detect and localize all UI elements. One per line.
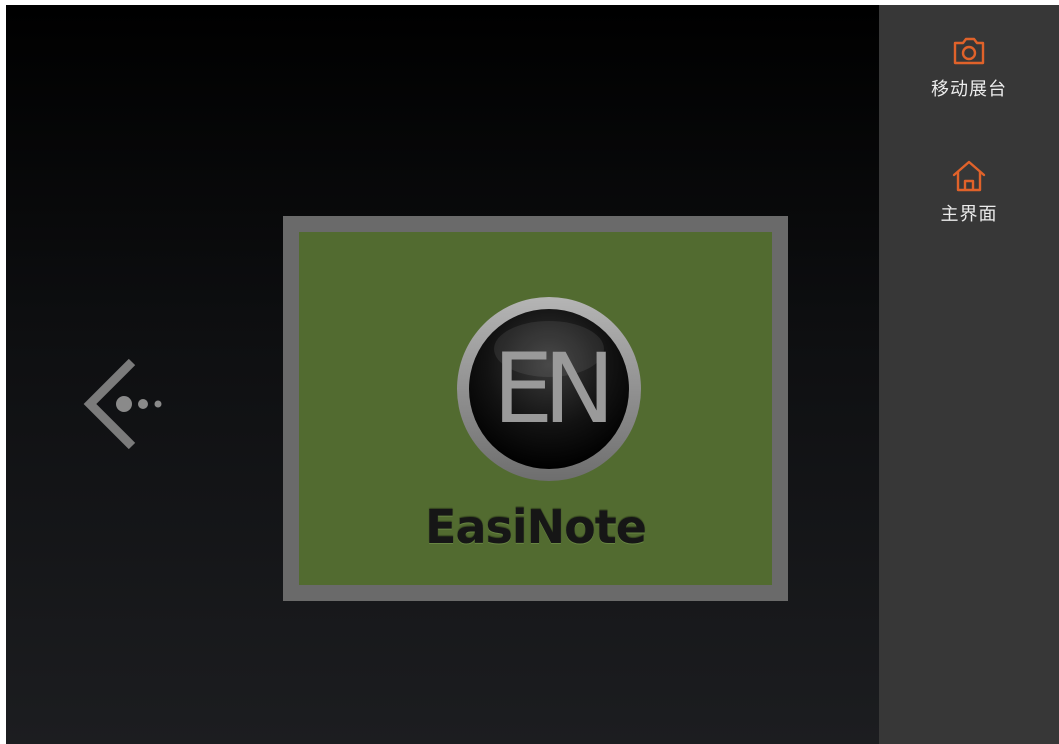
- home-label: 主界面: [940, 204, 998, 225]
- app-name-label: EasiNote: [425, 500, 647, 554]
- back-arrow-button[interactable]: [80, 352, 184, 456]
- right-sidebar: 移动展台 主界面: [879, 5, 1059, 744]
- app-card-body: EN EasiNote: [299, 232, 772, 585]
- easinote-logo-icon: EN: [457, 297, 641, 481]
- mobile-presenter-label: 移动展台: [931, 79, 1007, 100]
- camera-icon: [953, 37, 985, 65]
- back-arrow-icon: [83, 358, 162, 450]
- mobile-presenter-button[interactable]: 移动展台: [879, 31, 1059, 101]
- home-icon: [952, 160, 986, 192]
- app-card-easinote[interactable]: EN EasiNote: [283, 216, 788, 601]
- logo-text: EN: [493, 333, 607, 445]
- home-button[interactable]: 主界面: [879, 156, 1059, 226]
